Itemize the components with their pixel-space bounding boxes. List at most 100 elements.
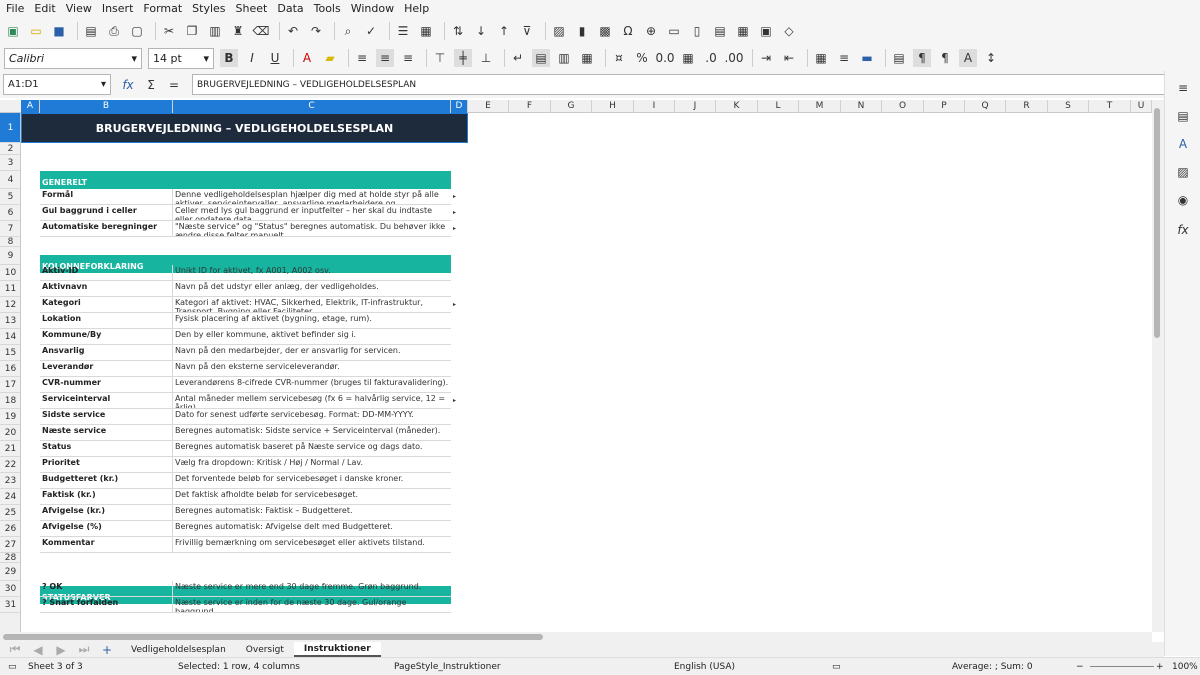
horizontal-scroll-thumb[interactable] [3, 634, 543, 640]
tab-vedligeholdelsesplan[interactable]: Vedligeholdelsesplan [121, 642, 236, 657]
row-header-5[interactable]: 5 [0, 189, 20, 205]
col-header-f[interactable]: F [509, 100, 551, 113]
row-label[interactable]: Serviceinterval [40, 393, 173, 408]
table-row[interactable]: Formål Denne vedligeholdelsesplan hjælper… [40, 189, 456, 205]
conditional-format-icon[interactable]: ▤ [890, 49, 908, 67]
split-window-icon[interactable]: ▣ [757, 22, 775, 40]
row-description[interactable]: Det faktisk afholdte beløb for servicebe… [173, 489, 451, 504]
col-header-c[interactable]: C [173, 100, 451, 113]
menu-window[interactable]: Window [351, 2, 394, 15]
title-cell[interactable]: BRUGERVEJLEDNING – VEDLIGEHOLDELSESPLAN [21, 113, 468, 143]
row-header-29[interactable]: 29 [0, 563, 20, 581]
align-top-icon[interactable]: ⊤ [431, 49, 449, 67]
row-header-10[interactable]: 10 [0, 265, 20, 281]
table-row[interactable]: Budgetteret (kr.) Det forventede beløb fo… [40, 473, 451, 489]
row-description[interactable]: Unikt ID for aktivet, fx A001, A002 osv. [173, 265, 451, 280]
print-preview-icon[interactable]: ▢ [128, 22, 146, 40]
row-description[interactable]: Dato for senest udførte servicebesøg. Fo… [173, 409, 451, 424]
sort-ascending-icon[interactable]: ↓ [472, 22, 490, 40]
clone-icon[interactable]: ♜ [229, 22, 247, 40]
align-right-icon[interactable]: ≡ [399, 49, 417, 67]
spelling-icon[interactable]: ✓ [362, 22, 380, 40]
row-header-1[interactable]: 1 [0, 113, 20, 143]
row-header-16[interactable]: 16 [0, 361, 20, 377]
freeze-rows-columns-icon[interactable]: ▦ [734, 22, 752, 40]
col-header-l[interactable]: L [758, 100, 799, 113]
functions-icon[interactable]: fx [1174, 221, 1192, 239]
table-row[interactable]: Aktiv-ID Unikt ID for aktivet, fx A001, A… [40, 265, 451, 281]
align-center-icon[interactable]: ≡ [376, 49, 394, 67]
text-direction-icon[interactable]: A [959, 49, 977, 67]
table-row[interactable]: Lokation Fysisk placering af aktivet (byg… [40, 313, 451, 329]
row-icon[interactable]: ☰ [394, 22, 412, 40]
col-header-h[interactable]: H [592, 100, 634, 113]
zoom-level[interactable]: 100% [1172, 662, 1198, 672]
delete-decimal-icon[interactable]: .00 [724, 49, 743, 67]
vertical-scrollbar[interactable] [1152, 100, 1164, 632]
row-label[interactable]: Kommune/By [40, 329, 173, 344]
row-label[interactable]: Automatiske beregninger [40, 221, 173, 236]
row-description[interactable]: Næste service er mere end 30 dage fremme… [173, 581, 451, 596]
next-sheet-icon[interactable]: ▶ [52, 641, 70, 659]
header-footer-icon[interactable]: ▯ [688, 22, 706, 40]
row-header-17[interactable]: 17 [0, 377, 20, 393]
menu-insert[interactable]: Insert [102, 2, 134, 15]
row-description[interactable]: Navn på den eksterne serviceleverandør. [173, 361, 451, 376]
row-description[interactable]: Kategori af aktivet: HVAC, Sikkerhed, El… [173, 297, 451, 312]
row-description[interactable]: Leverandørens 8-cifrede CVR-nummer (brug… [173, 377, 451, 392]
add-sheet-icon[interactable]: + [98, 641, 116, 659]
row-header-6[interactable]: 6 [0, 205, 20, 221]
highlight-color-icon[interactable]: ▰ [321, 49, 339, 67]
menu-data[interactable]: Data [277, 2, 303, 15]
first-sheet-icon[interactable]: ⏮ [6, 641, 24, 659]
row-label[interactable]: Aktiv-ID [40, 265, 173, 280]
col-header-n[interactable]: N [841, 100, 882, 113]
row-label[interactable]: Faktisk (kr.) [40, 489, 173, 504]
row-header-14[interactable]: 14 [0, 329, 20, 345]
col-header-a[interactable]: A [21, 100, 40, 113]
row-label[interactable]: Næste service [40, 425, 173, 440]
row-header-20[interactable]: 20 [0, 425, 20, 441]
comment-icon[interactable]: ▭ [665, 22, 683, 40]
autofilter-icon[interactable]: ⊽ [518, 22, 536, 40]
merge-center-icon[interactable]: ▤ [532, 49, 550, 67]
last-sheet-icon[interactable]: ⏭ [75, 641, 93, 659]
row-header-22[interactable]: 22 [0, 457, 20, 473]
italic-icon[interactable]: I [243, 49, 261, 67]
zoom-slider[interactable] [1090, 666, 1154, 667]
table-row[interactable]: CVR-nummer Leverandørens 8-cifrede CVR-nu… [40, 377, 451, 393]
col-header-p[interactable]: P [924, 100, 965, 113]
row-description[interactable]: Frivillig bemærkning om servicebesøget e… [173, 537, 451, 552]
row-header-9[interactable]: 9 [0, 247, 20, 265]
row-description[interactable]: Celler med lys gul baggrund er inputfelt… [173, 205, 451, 220]
row-header-24[interactable]: 24 [0, 489, 20, 505]
row-description[interactable]: Fysisk placering af aktivet (bygning, et… [173, 313, 451, 328]
borders-icon[interactable]: ▦ [812, 49, 830, 67]
row-header-25[interactable]: 25 [0, 505, 20, 521]
pivot-table-icon[interactable]: ▩ [596, 22, 614, 40]
table-row[interactable]: Leverandør Navn på den eksterne servicele… [40, 361, 451, 377]
save-icon[interactable]: ■ [50, 22, 68, 40]
paste-icon[interactable]: ▥ [206, 22, 224, 40]
page-style[interactable]: PageStyle_Instruktioner [394, 662, 501, 672]
row-description[interactable]: Næste service er inden for de næste 30 d… [173, 597, 451, 612]
table-row[interactable]: Sidste service Dato for senest udførte se… [40, 409, 451, 425]
tab-instruktioner[interactable]: Instruktioner [293, 642, 381, 657]
table-row[interactable]: Serviceinterval Antal måneder mellem serv… [40, 393, 456, 409]
table-row[interactable]: ? Snart forfalden Næste service er inden … [40, 597, 451, 613]
row-label[interactable]: Leverandør [40, 361, 173, 376]
sum-status[interactable]: Average: ; Sum: 0 [952, 662, 1033, 672]
table-row[interactable]: Status Beregnes automatisk baseret på Næs… [40, 441, 451, 457]
row-header-7[interactable]: 7 [0, 221, 20, 237]
find-replace-icon[interactable]: ⌕ [339, 22, 357, 40]
formula-input[interactable]: BRUGERVEJLEDNING – VEDLIGEHOLDELSESPLAN [192, 74, 1168, 95]
row-label[interactable]: Gul baggrund i celler [40, 205, 173, 220]
language-status[interactable]: English (USA) [674, 662, 735, 672]
vertical-scroll-thumb[interactable] [1154, 108, 1160, 338]
menu-help[interactable]: Help [404, 2, 429, 15]
col-header-o[interactable]: O [882, 100, 924, 113]
col-header-t[interactable]: T [1089, 100, 1131, 113]
increase-indent-icon[interactable]: ⇥ [757, 49, 775, 67]
cut-icon[interactable]: ✂ [160, 22, 178, 40]
copy-icon[interactable]: ❐ [183, 22, 201, 40]
